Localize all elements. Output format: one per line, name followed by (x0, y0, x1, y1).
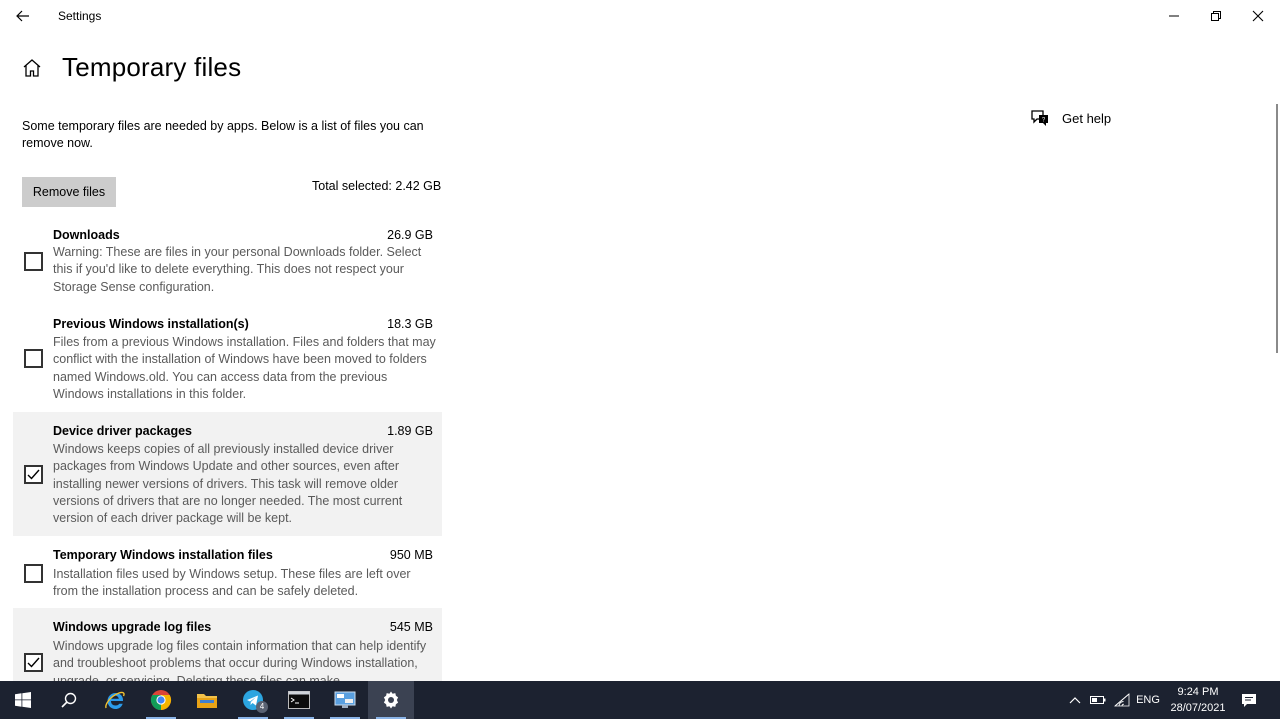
window-title: Settings (58, 9, 102, 23)
item-size: 950 MB (389, 548, 433, 562)
get-help-link[interactable]: ? Get help (1030, 109, 1111, 127)
back-arrow-icon (16, 10, 29, 22)
checkmark-icon (27, 469, 40, 480)
chevron-up-icon (1069, 697, 1081, 704)
minimize-button[interactable] (1151, 0, 1197, 32)
chrome-icon (150, 690, 172, 711)
terminal-icon (288, 691, 310, 709)
intro-text: Some temporary files are needed by apps.… (22, 119, 424, 150)
language-indicator[interactable]: ENG (1134, 681, 1162, 719)
item-name: Device driver packages (53, 424, 192, 438)
list-item-downloads[interactable]: Downloads 26.9 GB Warning: These are fil… (13, 220, 442, 302)
settings-taskbar-button[interactable] (368, 681, 414, 719)
restore-icon (1211, 11, 1221, 21)
item-description: Warning: These are files in your persona… (53, 245, 422, 294)
taskbar-search-button[interactable] (46, 681, 92, 719)
remote-desktop-icon (334, 691, 356, 708)
network-button[interactable] (1112, 681, 1132, 719)
checkmark-icon (27, 657, 40, 668)
remove-files-button[interactable]: Remove files (22, 177, 116, 207)
title-bar: Settings (0, 0, 1280, 32)
list-item-windows-upgrade-log[interactable]: Windows upgrade log files 545 MB Windows… (13, 608, 442, 681)
chrome-button[interactable] (138, 681, 184, 719)
close-icon (1252, 10, 1264, 22)
restore-button[interactable] (1193, 0, 1239, 32)
item-description: Windows keeps copies of all previously i… (53, 442, 403, 526)
back-button[interactable] (8, 2, 38, 30)
internet-explorer-icon (105, 691, 125, 709)
list-item-temporary-windows-installation[interactable]: Temporary Windows installation files 950… (13, 540, 442, 604)
item-name: Temporary Windows installation files (53, 548, 273, 562)
close-button[interactable] (1235, 0, 1280, 32)
item-description: Windows upgrade log files contain inform… (53, 639, 427, 681)
clock-time: 9:24 PM (1177, 686, 1219, 698)
item-name: Windows upgrade log files (53, 620, 212, 634)
device-driver-checkbox[interactable] (24, 465, 43, 484)
file-explorer-button[interactable] (184, 681, 230, 719)
taskbar-clock[interactable]: 9:24 PM 28/07/2021 (1163, 684, 1233, 716)
minimize-icon (1169, 15, 1179, 17)
home-button[interactable] (21, 57, 43, 79)
home-icon (23, 59, 41, 77)
search-icon (61, 692, 77, 708)
upgrade-log-checkbox[interactable] (24, 653, 43, 672)
item-size: 26.9 GB (387, 228, 433, 242)
item-description: Files from a previous Windows installati… (53, 335, 436, 401)
downloads-checkbox[interactable] (24, 252, 43, 271)
item-description: Installation files used by Windows setup… (53, 567, 411, 599)
taskbar: 4 ENG 9:24 PM 28/07/2021 (0, 681, 1280, 719)
action-center-button[interactable] (1236, 681, 1262, 719)
telegram-button[interactable]: 4 (230, 681, 276, 719)
item-size: 18.3 GB (387, 317, 433, 331)
get-help-label: Get help (1062, 110, 1112, 126)
remote-desktop-button[interactable] (322, 681, 368, 719)
battery-icon (1090, 696, 1106, 704)
item-size: 1.89 GB (387, 424, 433, 438)
notification-icon (1242, 693, 1256, 707)
page-title: Temporary files (62, 52, 242, 82)
list-item-previous-windows[interactable]: Previous Windows installation(s) 18.3 GB… (13, 309, 442, 408)
chat-help-icon: ? (1031, 110, 1048, 126)
item-name: Previous Windows installation(s) (53, 317, 249, 331)
windows-logo-icon (15, 692, 31, 708)
list-item-device-driver-packages[interactable]: Device driver packages 1.89 GB Windows k… (13, 412, 442, 536)
total-selected: Total selected: 2.42 GB (312, 179, 442, 193)
wifi-icon (1114, 693, 1130, 707)
telegram-badge: 4 (256, 701, 268, 713)
internet-explorer-button[interactable] (92, 681, 138, 719)
show-hidden-icons-button[interactable] (1066, 681, 1084, 719)
clock-date: 28/07/2021 (1170, 702, 1226, 714)
battery-button[interactable] (1088, 681, 1108, 719)
item-name: Downloads (53, 228, 120, 242)
item-size: 545 MB (389, 620, 433, 634)
folder-icon (197, 694, 217, 708)
start-button[interactable] (0, 681, 46, 719)
scrollbar[interactable] (1276, 104, 1278, 353)
gear-icon (383, 691, 399, 709)
previous-windows-checkbox[interactable] (24, 349, 43, 368)
command-prompt-button[interactable] (276, 681, 322, 719)
temporary-installation-checkbox[interactable] (24, 564, 43, 583)
